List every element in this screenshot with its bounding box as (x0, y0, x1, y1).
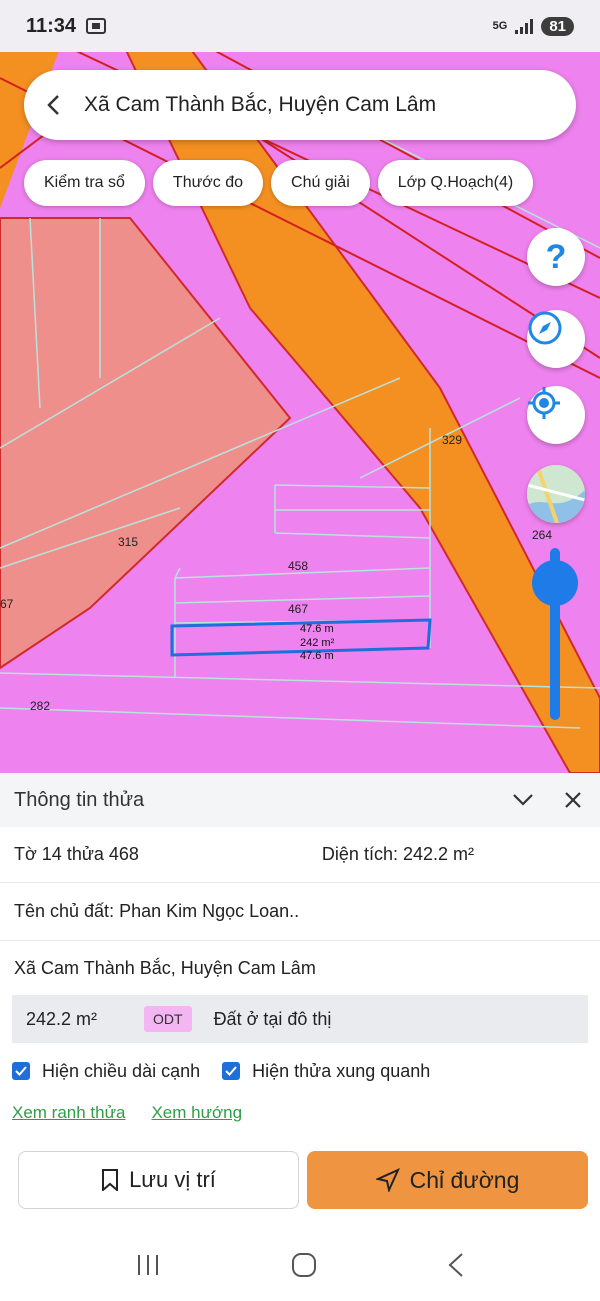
parcel-label: 282 (30, 699, 51, 713)
owner-row: Tên chủ đất: Phan Kim Ngọc Loan.. (0, 883, 600, 941)
checkbox-label: Hiện thửa xung quanh (252, 1060, 431, 1081)
display-options: Hiện chiều dài cạnh Hiện thửa xung quanh (0, 1049, 600, 1093)
compass-button[interactable] (527, 310, 585, 368)
screenshot-icon (86, 18, 107, 34)
battery-indicator: 81 (541, 16, 574, 36)
search-location-text: Xã Cam Thành Bắc, Huyện Cam Lâm (84, 93, 437, 116)
help-button[interactable]: ? (527, 228, 585, 286)
parcel-label: 264 (532, 528, 553, 542)
checkbox-label: Hiện chiều dài cạnh (42, 1060, 201, 1081)
chip-measure[interactable]: Thước đo (152, 160, 264, 206)
parcel-id-row: Tờ 14 thửa 468 Diện tích: 242.2 m² (0, 827, 600, 883)
parcel-area: Diện tích: 242.2 m² (321, 844, 474, 864)
parcel-label: 315 (118, 535, 139, 549)
search-bar[interactable]: Xã Cam Thành Bắc, Huyện Cam Lâm (24, 70, 576, 140)
back-nav-icon[interactable] (447, 1252, 465, 1278)
map-layer-button[interactable] (527, 465, 585, 523)
land-use-code-badge: ODT (144, 1006, 192, 1032)
parcel-label: 329 (442, 433, 463, 447)
save-location-label: Lưu vị trí (129, 1167, 216, 1192)
chevron-down-icon[interactable] (512, 793, 534, 807)
parcel-area-label: 242 m² (300, 637, 335, 649)
land-use-description: Đất ở tại đô thị (213, 1008, 332, 1029)
sheet-header: Thông tin thửa (0, 773, 600, 827)
system-nav-bar (0, 1228, 600, 1301)
compass-icon (528, 311, 562, 345)
parcel-id: Tờ 14 thửa 468 (14, 844, 139, 864)
view-boundary-link[interactable]: Xem ranh thửa (12, 1103, 125, 1123)
land-use-area: 242.2 m² (26, 1008, 98, 1029)
satellite-map-icon (527, 465, 585, 523)
directions-button[interactable]: Chỉ đường (307, 1151, 588, 1209)
network-label: 5G (492, 20, 508, 32)
close-icon[interactable] (564, 791, 582, 809)
signal-icon (515, 18, 534, 34)
home-icon[interactable] (290, 1251, 318, 1279)
owner-name: Tên chủ đất: Phan Kim Ngọc Loan.. (14, 901, 300, 921)
edge-length-top: 47.6 m (300, 623, 334, 635)
chip-check-book[interactable]: Kiểm tra sổ (24, 160, 145, 206)
help-icon: ? (545, 237, 567, 276)
save-location-button[interactable]: Lưu vị trí (18, 1151, 299, 1209)
land-use-box: 242.2 m² ODT Đất ở tại đô thị (12, 995, 588, 1043)
send-icon (375, 1168, 400, 1192)
chevron-left-icon (47, 95, 59, 115)
bookmark-icon (102, 1169, 119, 1191)
sheet-actions: Lưu vị trí Chỉ đường (18, 1151, 588, 1209)
sheet-links: Xem ranh thửa Xem hướng (0, 1093, 600, 1133)
parcel-info-sheet: Thông tin thửa Tờ 14 thửa 468 Diện tích:… (0, 773, 600, 1228)
checkbox-checked-icon (222, 1062, 241, 1080)
directions-label: Chỉ đường (409, 1166, 520, 1193)
parcel-label: 67 (0, 597, 14, 611)
checkbox-checked-icon (12, 1062, 30, 1080)
map-tool-chips: Kiểm tra sổ Thước đo Chú giải Lớp Q.Hoạc… (24, 160, 534, 206)
edge-length-bottom: 47.6 m (300, 650, 334, 662)
recent-apps-icon[interactable] (135, 1253, 161, 1277)
locate-button[interactable] (527, 386, 585, 444)
status-time: 11:34 (26, 14, 77, 37)
chip-legend[interactable]: Chú giải (271, 160, 370, 206)
parcel-address: Xã Cam Thành Bắc, Huyện Cam Lâm (14, 957, 316, 978)
parcel-label: 467 (288, 602, 309, 616)
view-direction-link[interactable]: Xem hướng (151, 1103, 242, 1123)
show-edge-length-checkbox[interactable]: Hiện chiều dài cạnh (12, 1061, 200, 1082)
status-bar: 11:34 5G 81 (0, 0, 600, 52)
address-row: Xã Cam Thành Bắc, Huyện Cam Lâm (0, 941, 600, 995)
map-view[interactable]: 329 264 315 458 467 282 67 47.6 m 242 m²… (0, 48, 600, 773)
back-button[interactable] (24, 70, 84, 140)
target-icon (528, 387, 560, 419)
show-neighbor-parcels-checkbox[interactable]: Hiện thửa xung quanh (222, 1061, 430, 1082)
parcel-label: 458 (288, 559, 309, 573)
chip-planning-layer[interactable]: Lớp Q.Hoạch(4) (377, 160, 534, 206)
zoom-slider-thumb[interactable] (532, 560, 578, 606)
map-canvas (0, 48, 600, 773)
sheet-title: Thông tin thửa (14, 788, 145, 811)
